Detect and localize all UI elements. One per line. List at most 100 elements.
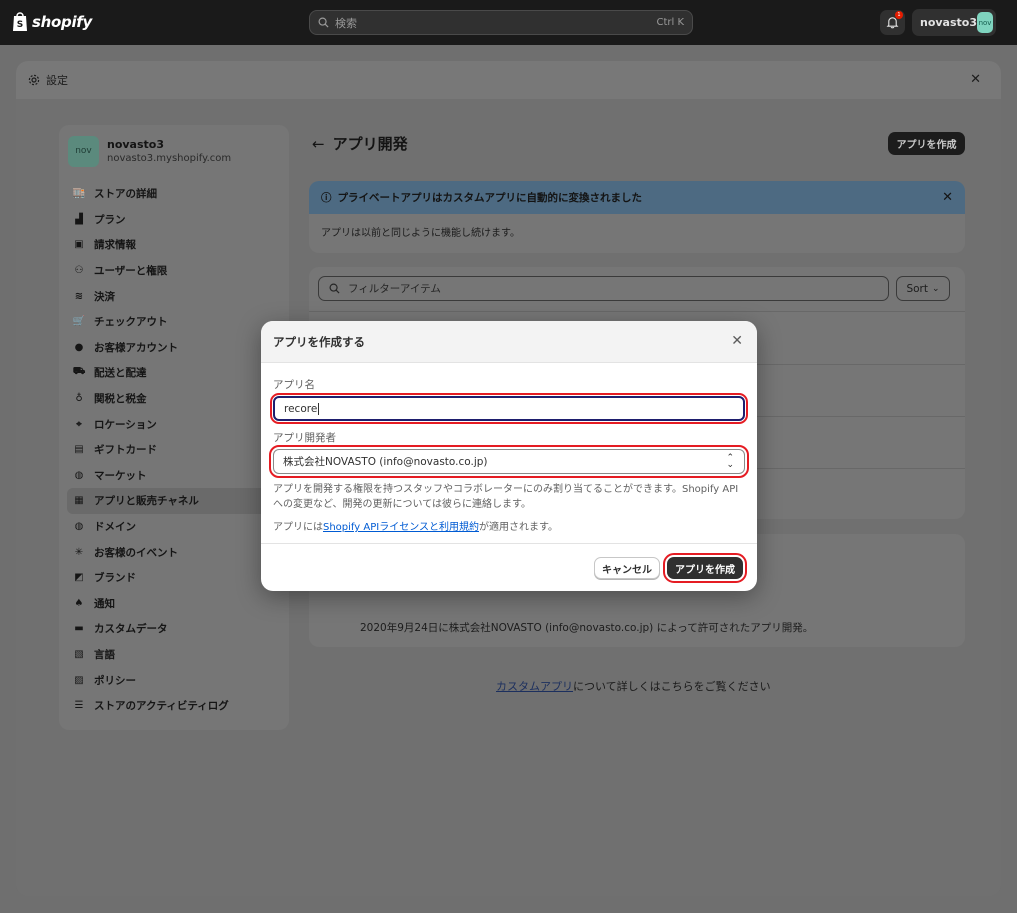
cancel-button[interactable]: キャンセル bbox=[594, 557, 660, 579]
data-icon: ▬ bbox=[74, 623, 84, 635]
sidebar-item[interactable]: ✳ お客様のイベント bbox=[59, 539, 289, 565]
sidebar-item-label: ストアの詳細 bbox=[94, 188, 157, 201]
sidebar-item-label: ドメイン bbox=[94, 521, 136, 534]
sort-button[interactable]: Sort ⌄ bbox=[896, 276, 950, 301]
apps-icon: ▦ bbox=[74, 495, 84, 507]
create-app-button[interactable]: アプリを作成 bbox=[888, 132, 965, 155]
sidebar-item[interactable]: ☰ ストアのアクティビティログ bbox=[59, 693, 289, 719]
sidebar-item[interactable]: ⌖ ロケーション bbox=[59, 411, 289, 437]
create-app-modal: アプリを作成する ✕ アプリ名 recore アプリ開発者 株式会社NOVAST… bbox=[261, 321, 757, 591]
modal-title: アプリを作成する bbox=[273, 334, 365, 349]
close-settings-button[interactable]: ✕ bbox=[970, 72, 981, 87]
chart-icon: ▟ bbox=[75, 213, 83, 225]
sidebar-item[interactable]: ▧ 言語 bbox=[59, 642, 289, 668]
account-menu[interactable]: novasto3 nov bbox=[912, 9, 996, 36]
sort-label: Sort bbox=[906, 282, 928, 295]
sidebar-item-label: アプリと販売チャネル bbox=[94, 495, 199, 508]
cart-icon: 🛒 bbox=[72, 316, 86, 328]
sidebar-item-label: プラン bbox=[94, 213, 126, 226]
store-avatar: nov bbox=[68, 135, 99, 167]
sidebar-item[interactable]: ◍ マーケット bbox=[59, 463, 289, 489]
row-divider bbox=[309, 311, 965, 312]
sidebar-item-label: ストアのアクティビティログ bbox=[94, 700, 229, 713]
sidebar-item[interactable]: ♁ 関税と税金 bbox=[59, 386, 289, 412]
sidebar-item-label: 決済 bbox=[94, 290, 115, 303]
sidebar-item[interactable]: ▬ カスタムデータ bbox=[59, 616, 289, 642]
sparkle-icon: ✳ bbox=[74, 546, 84, 558]
banner-title: プライベートアプリはカスタムアプリに自動的に変換されました bbox=[337, 192, 643, 204]
global-search[interactable]: 検索 Ctrl K bbox=[309, 10, 693, 35]
sidebar-item[interactable]: ♠ 通知 bbox=[59, 591, 289, 617]
account-name: novasto3 bbox=[920, 16, 977, 29]
sidebar-item-label: 配送と配達 bbox=[94, 367, 147, 380]
app-name-value: recore bbox=[284, 402, 318, 415]
custom-app-link[interactable]: カスタムアプリ bbox=[496, 680, 573, 693]
sidebar-item[interactable]: ▤ ギフトカード bbox=[59, 437, 289, 463]
close-icon[interactable]: ✕ bbox=[731, 333, 743, 349]
dismiss-banner-button[interactable]: ✕ bbox=[942, 190, 953, 205]
store-name: novasto3 bbox=[107, 138, 164, 151]
modal-footer: キャンセル アプリを作成 bbox=[261, 543, 757, 591]
avatar: nov bbox=[977, 12, 993, 33]
location-icon: ⌖ bbox=[76, 418, 82, 430]
notifications-button[interactable]: 1 bbox=[880, 10, 905, 35]
sidebar-item[interactable]: ● お客様アカウント bbox=[59, 335, 289, 361]
sidebar-item[interactable]: ▟ プラン bbox=[59, 207, 289, 233]
truck-icon: ⛟ bbox=[72, 366, 86, 378]
developer-select[interactable]: 株式会社NOVASTO (info@novasto.co.jp) ⌃ ⌄ bbox=[269, 445, 749, 478]
info-banner: ⓘ プライベートアプリはカスタムアプリに自動的に変換されました ✕ アプリは以前… bbox=[309, 181, 965, 253]
search-icon bbox=[329, 283, 340, 294]
sidebar-item[interactable]: ⛟ 配送と配達 bbox=[59, 360, 289, 386]
search-placeholder: 検索 bbox=[335, 16, 357, 30]
terms-suffix: が適用されます。 bbox=[479, 522, 558, 533]
language-icon: ▧ bbox=[74, 648, 84, 660]
terms-prefix: アプリには bbox=[273, 522, 323, 533]
sidebar-item[interactable]: 🏬 ストアの詳細 bbox=[59, 181, 289, 207]
back-arrow-icon[interactable]: ← bbox=[312, 135, 325, 153]
developer-value: 株式会社NOVASTO (info@novasto.co.jp) bbox=[283, 456, 488, 468]
sidebar-item-label: 言語 bbox=[94, 648, 115, 661]
brand-icon: ◩ bbox=[74, 572, 84, 584]
sidebar-item[interactable]: ⚇ ユーザーと権限 bbox=[59, 258, 289, 284]
store-domain: novasto3.myshopify.com bbox=[107, 153, 232, 164]
create-app-submit-button[interactable]: アプリを作成 bbox=[663, 553, 747, 583]
store-icon: 🏬 bbox=[72, 188, 86, 200]
sidebar-item[interactable]: ▦ アプリと販売チャネル bbox=[67, 488, 281, 514]
user-key-icon: ⚇ bbox=[74, 265, 84, 277]
permission-text: 2020年9月24日に株式会社NOVASTO (info@novasto.co.… bbox=[360, 622, 814, 634]
gear-icon bbox=[28, 74, 40, 86]
bell-icon: ♠ bbox=[74, 597, 84, 609]
globe-icon: ◍ bbox=[74, 469, 84, 481]
sidebar-item[interactable]: ▨ ポリシー bbox=[59, 667, 289, 693]
settings-nav: 🏬 ストアの詳細 ▟ プラン ▣ 請求情報 ⚇ ユーザーと権限 ≋ 決済 🛒 チェックアウト ● お客様ア… bbox=[59, 181, 289, 718]
sidebar-item-label: チェックアウト bbox=[94, 316, 168, 329]
sidebar-item-label: ユーザーと権限 bbox=[94, 265, 168, 278]
payment-icon: ≋ bbox=[74, 290, 84, 302]
list-icon: ☰ bbox=[74, 700, 84, 712]
sidebar-item-label: 請求情報 bbox=[94, 239, 136, 252]
banner-body: アプリは以前と同じように機能し続けます。 bbox=[321, 228, 520, 239]
terms-link[interactable]: Shopify APIライセンスと利用規約 bbox=[323, 522, 479, 533]
sidebar-item-label: ギフトカード bbox=[94, 444, 157, 457]
app-name-input[interactable]: recore bbox=[270, 393, 748, 424]
shopify-bag-icon: S bbox=[13, 12, 27, 31]
sidebar-item-label: お客様アカウント bbox=[94, 341, 178, 354]
top-bar: S shopify 検索 Ctrl K 1 novasto3 nov bbox=[0, 0, 1017, 45]
gift-card-icon: ▤ bbox=[74, 444, 84, 456]
chevron-down-icon: ⌄ bbox=[931, 283, 940, 294]
sidebar-item-label: ブランド bbox=[94, 572, 136, 585]
filter-input[interactable]: フィルターアイテム bbox=[318, 276, 889, 301]
sidebar-item[interactable]: ◍ ドメイン bbox=[59, 514, 289, 540]
terms-text: アプリにはShopify APIライセンスと利用規約が適用されます。 bbox=[273, 518, 745, 533]
sidebar-item-label: 関税と税金 bbox=[94, 393, 147, 406]
sidebar-item-label: 通知 bbox=[94, 597, 115, 610]
sidebar-item[interactable]: 🛒 チェックアウト bbox=[59, 309, 289, 335]
sidebar-item[interactable]: ≋ 決済 bbox=[59, 283, 289, 309]
svg-text:S: S bbox=[17, 20, 23, 30]
sidebar-item-label: お客様のイベント bbox=[94, 546, 178, 559]
person-icon: ● bbox=[74, 341, 84, 353]
sidebar-item[interactable]: ◩ ブランド bbox=[59, 565, 289, 591]
filter-placeholder: フィルターアイテム bbox=[348, 283, 441, 295]
shopify-logo[interactable]: S shopify bbox=[11, 11, 92, 32]
sidebar-item[interactable]: ▣ 請求情報 bbox=[59, 232, 289, 258]
